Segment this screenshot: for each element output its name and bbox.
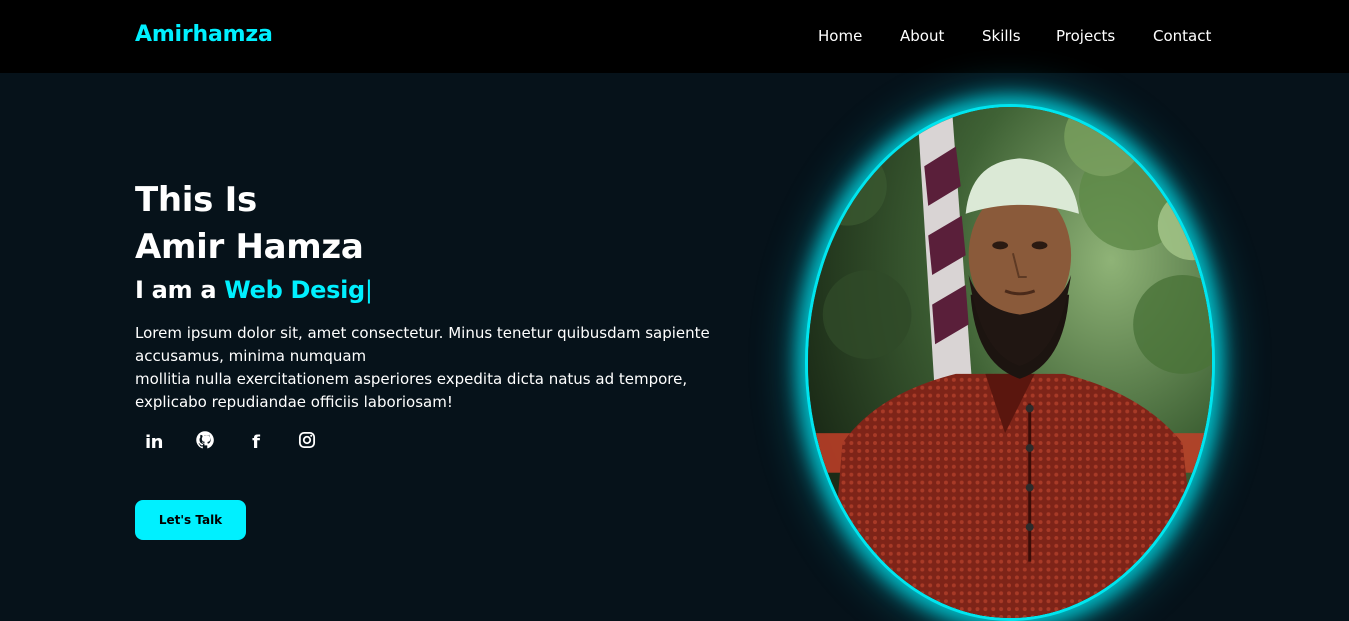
lets-talk-button[interactable]: Let's Talk [135, 500, 246, 540]
facebook-link[interactable]: f [242, 428, 270, 456]
nav-item-contact[interactable]: Contact [1153, 27, 1211, 45]
nav-item-home[interactable]: Home [818, 27, 862, 45]
hero-heading-line1: This Is [135, 180, 257, 220]
typed-prefix: I am a [135, 276, 225, 304]
nav-item-projects[interactable]: Projects [1056, 27, 1115, 45]
instagram-link[interactable] [293, 428, 321, 456]
github-link[interactable] [191, 428, 219, 456]
hero-heading-name: Amir Hamza [135, 227, 364, 267]
linkedin-link[interactable]: in [140, 428, 168, 456]
hero-intro: This Is Amir Hamza I am a Web Desig| Lor… [135, 178, 735, 414]
typing-cursor: | [364, 276, 373, 304]
typed-role-line: I am a Web Desig| [135, 272, 735, 308]
nav-item-skills[interactable]: Skills [982, 27, 1021, 45]
navbar: Amirhamza Home About Skills Projects Con… [0, 0, 1349, 73]
instagram-icon [298, 431, 316, 453]
typed-role-text: Web Desig [224, 276, 365, 304]
github-icon [195, 430, 215, 454]
hero-description-line: Lorem ipsum dolor sit, amet consectetur.… [135, 324, 710, 365]
profile-photo [805, 104, 1215, 621]
linkedin-icon: in [145, 431, 163, 453]
facebook-icon: f [252, 431, 260, 453]
hero-description-line: mollitia nulla exercitationem asperiores… [135, 370, 688, 411]
nav-links: Home About Skills Projects Contact [0, 27, 1349, 47]
hero-description: Lorem ipsum dolor sit, amet consectetur.… [135, 322, 725, 414]
profile-photo-illustration [808, 107, 1212, 618]
nav-item-about[interactable]: About [900, 27, 944, 45]
